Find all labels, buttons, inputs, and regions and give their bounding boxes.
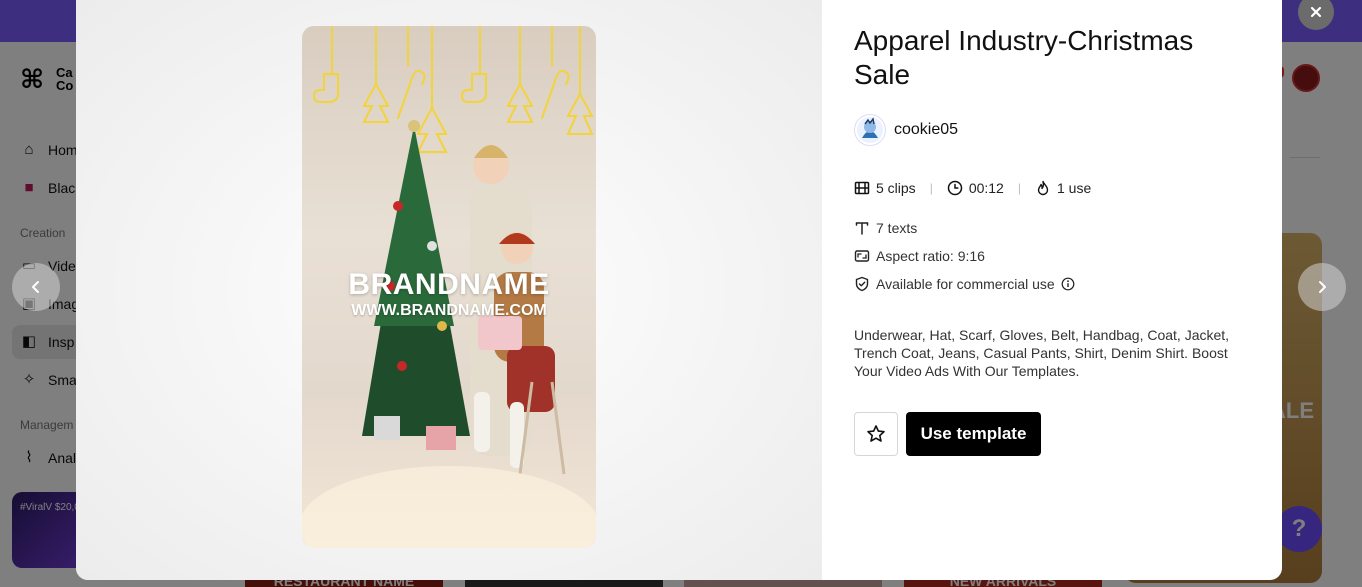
text-icon (855, 222, 869, 235)
previous-button[interactable] (12, 263, 60, 311)
uses-count: 1 use (1056, 180, 1092, 196)
template-description: Underwear, Hat, Scarf, Gloves, Belt, Han… (854, 327, 1230, 379)
video-preview[interactable]: BRANDNAME WWW.BRANDNAME.COM (302, 26, 596, 548)
film-icon (854, 181, 870, 195)
flame-icon (1037, 180, 1049, 196)
use-template-button[interactable]: Use template (906, 412, 1041, 456)
brand-url: WWW.BRANDNAME.COM (351, 302, 547, 319)
divider: | (1017, 181, 1021, 195)
template-title: Apparel Industry-Christmas Sale (854, 25, 1194, 90)
aspect-ratio-info: Aspect ratio: 9:16 (854, 246, 985, 266)
star-icon (867, 425, 885, 442)
clips-stat: 5 clips (854, 180, 916, 196)
uses-stat: 1 use (1035, 180, 1091, 196)
info-icon[interactable] (1061, 277, 1075, 291)
preview-area: BRANDNAME WWW.BRANDNAME.COM (76, 0, 822, 580)
duration-stat: 00:12 (947, 180, 1004, 196)
brand-title: BRANDNAME (348, 268, 550, 301)
shield-check-icon (855, 276, 869, 292)
favorite-button[interactable] (854, 412, 898, 456)
author[interactable]: cookie05 (854, 114, 958, 146)
template-detail-modal: BRANDNAME WWW.BRANDNAME.COM Apparel Indu… (76, 0, 1282, 580)
clips-count: 5 clips (876, 180, 916, 196)
aspect-ratio-icon (854, 250, 870, 262)
author-avatar-icon (857, 117, 883, 143)
chevron-left-icon (32, 281, 39, 293)
divider: | (929, 181, 933, 195)
commercial-use-info: Available for commercial use (854, 274, 1075, 294)
next-button[interactable] (1298, 263, 1346, 311)
author-name[interactable]: cookie05 (894, 121, 958, 139)
avatar (854, 114, 886, 146)
commercial-use-label: Available for commercial use (876, 276, 1055, 292)
template-stats: 5 clips | 00:12 | 1 use (854, 178, 1091, 198)
chevron-right-icon (1319, 281, 1326, 293)
texts-count: 7 texts (876, 220, 918, 236)
duration-value: 00:12 (968, 180, 1004, 196)
texts-info: 7 texts (854, 218, 917, 238)
clock-icon (947, 180, 963, 196)
aspect-ratio-value: Aspect ratio: 9:16 (876, 248, 985, 264)
template-info-panel: Apparel Industry-Christmas Sale cookie05 (822, 0, 1282, 580)
close-icon (1310, 6, 1322, 18)
